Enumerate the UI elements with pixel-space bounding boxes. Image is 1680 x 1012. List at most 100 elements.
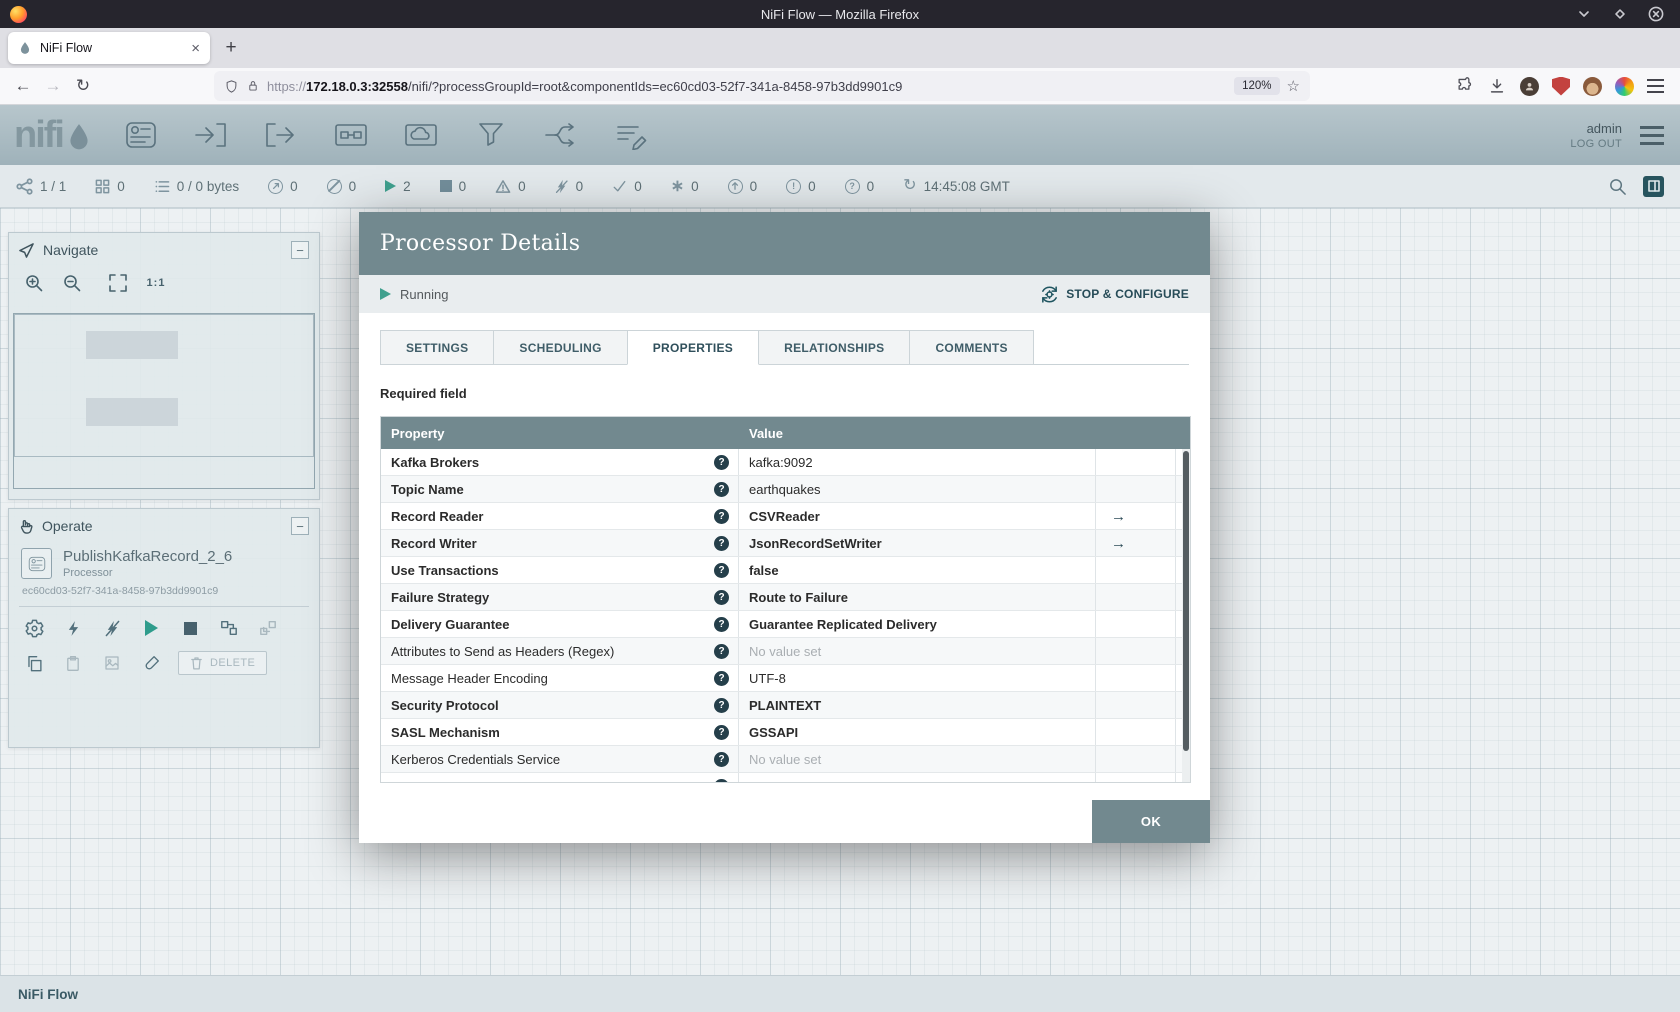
help-icon[interactable]: ? <box>714 454 729 470</box>
operate-buttons-row2: DELETE <box>9 641 319 677</box>
ungroup-icon[interactable] <box>256 617 280 639</box>
help-icon[interactable]: ? <box>714 751 729 767</box>
input-port-draggable-icon[interactable] <box>192 119 230 151</box>
window-minimize-icon[interactable] <box>1576 6 1592 22</box>
help-icon[interactable]: ? <box>714 616 729 632</box>
help-icon[interactable]: ? <box>714 562 729 578</box>
group-icon[interactable] <box>217 617 241 639</box>
help-icon[interactable]: ? <box>714 670 729 686</box>
url-host: 172.18.0.3:32558 <box>306 78 408 94</box>
forward-button[interactable]: → <box>38 72 68 100</box>
browser-tab-nifi-flow[interactable]: NiFi Flow × <box>8 32 210 64</box>
logout-link[interactable]: LOG OUT <box>1570 138 1622 150</box>
zoom-out-icon[interactable] <box>61 272 83 294</box>
configure-gear-icon[interactable] <box>22 617 46 639</box>
stop-configure-label: STOP & CONFIGURE <box>1066 287 1189 301</box>
disable-bolt-icon[interactable] <box>100 617 124 639</box>
zoom-fit-icon[interactable] <box>107 272 129 294</box>
tracking-shield-icon[interactable] <box>224 79 239 94</box>
processor-draggable-icon[interactable] <box>122 119 160 151</box>
window-maximize-icon[interactable] <box>1612 6 1628 22</box>
template-draggable-icon[interactable] <box>542 119 580 151</box>
help-icon[interactable]: ? <box>714 643 729 659</box>
birdseye-minimap[interactable] <box>13 313 315 489</box>
start-icon[interactable] <box>139 617 163 639</box>
colorful-extension-icon[interactable] <box>1615 76 1634 96</box>
browser-menu-icon[interactable] <box>1647 79 1664 93</box>
search-icon[interactable] <box>1608 177 1627 196</box>
zoom-actual-size-icon[interactable]: 1:1 <box>145 272 167 294</box>
firefox-logo-icon <box>10 5 27 23</box>
table-row[interactable]: Message Header Encoding? UTF-8 <box>381 665 1190 692</box>
navigate-collapse-button[interactable]: − <box>291 241 309 259</box>
tab-properties[interactable]: PROPERTIES <box>626 330 760 365</box>
paste-icon[interactable] <box>61 652 85 674</box>
table-row[interactable]: Attributes to Send as Headers (Regex)? N… <box>381 638 1190 665</box>
window-controls <box>1576 6 1670 22</box>
tab-scheduling[interactable]: SCHEDULING <box>493 330 628 365</box>
ublock-origin-icon[interactable] <box>1552 76 1570 96</box>
cluster-count: 1 / 1 <box>40 178 67 194</box>
table-row[interactable]: Failure Strategy? Route to Failure <box>381 584 1190 611</box>
table-row[interactable]: Kerberos Credentials Service? No value s… <box>381 746 1190 773</box>
goto-service-arrow[interactable]: → <box>1111 508 1126 525</box>
operate-collapse-button[interactable]: − <box>291 517 309 535</box>
bookmark-star-icon[interactable]: ☆ <box>1287 77 1300 95</box>
table-row[interactable]: Delivery Guarantee? Guarantee Replicated… <box>381 611 1190 638</box>
account-extension-icon[interactable] <box>1520 76 1539 96</box>
label-draggable-icon[interactable] <box>612 119 650 151</box>
refresh-icon[interactable]: ↻ <box>903 178 916 194</box>
window-close-icon[interactable] <box>1648 6 1664 22</box>
tab-settings[interactable]: SETTINGS <box>380 330 495 365</box>
tab-relationships[interactable]: RELATIONSHIPS <box>758 330 911 365</box>
template-save-icon[interactable] <box>100 652 124 674</box>
panel-toggle-icon[interactable] <box>1643 175 1664 197</box>
reload-button[interactable]: ↻ <box>68 72 98 100</box>
help-icon[interactable]: ? <box>714 508 729 524</box>
table-row[interactable]: Use Transactions? false <box>381 557 1190 584</box>
breadcrumb-nifi-flow[interactable]: NiFi Flow <box>18 987 78 1002</box>
help-icon[interactable]: ? <box>714 589 729 605</box>
table-row[interactable]: SASL Mechanism? GSSAPI <box>381 719 1190 746</box>
status-locally-modified: ∗ 0 <box>671 176 699 196</box>
help-icon[interactable]: ? <box>714 779 729 782</box>
table-row-partial[interactable]: ? <box>381 773 1190 782</box>
ok-button[interactable]: OK <box>1092 800 1210 843</box>
enable-bolt-icon[interactable] <box>61 617 85 639</box>
downloads-icon[interactable] <box>1487 76 1507 96</box>
back-button[interactable]: ← <box>8 72 38 100</box>
table-row[interactable]: Record Writer? JsonRecordSetWriter → <box>381 530 1190 557</box>
tab-comments[interactable]: COMMENTS <box>909 330 1034 365</box>
copy-icon[interactable] <box>22 652 46 674</box>
help-icon[interactable]: ? <box>714 481 729 497</box>
stop-and-configure-button[interactable]: STOP & CONFIGURE <box>1040 285 1189 304</box>
monkey-extension-icon[interactable] <box>1583 76 1602 96</box>
lock-icon[interactable] <box>246 79 260 93</box>
goto-service-arrow[interactable]: → <box>1111 535 1126 552</box>
remote-process-group-draggable-icon[interactable] <box>402 119 440 151</box>
stop-configure-gear-icon <box>1040 285 1059 304</box>
output-port-draggable-icon[interactable] <box>262 119 300 151</box>
table-row[interactable]: Security Protocol? PLAINTEXT <box>381 692 1190 719</box>
process-group-draggable-icon[interactable] <box>332 119 370 151</box>
global-menu-icon[interactable] <box>1640 125 1664 145</box>
table-row[interactable]: Topic Name? earthquakes <box>381 476 1190 503</box>
delete-button[interactable]: DELETE <box>178 651 268 675</box>
tab-close-icon[interactable]: × <box>191 40 200 57</box>
selected-component-name: PublishKafkaRecord_2_6 <box>63 548 233 565</box>
help-icon[interactable]: ? <box>714 535 729 551</box>
zoom-indicator[interactable]: 120% <box>1234 77 1280 95</box>
new-tab-button[interactable]: + <box>216 33 246 63</box>
table-row[interactable]: Kafka Brokers? kafka:9092 <box>381 449 1190 476</box>
table-row[interactable]: Record Reader? CSVReader → <box>381 503 1190 530</box>
locally-modified-count: 0 <box>691 178 699 194</box>
extensions-puzzle-icon[interactable] <box>1454 76 1474 96</box>
zoom-in-icon[interactable] <box>23 272 45 294</box>
funnel-draggable-icon[interactable] <box>472 119 510 151</box>
help-icon[interactable]: ? <box>714 697 729 713</box>
table-scrollbar-thumb[interactable] <box>1183 451 1189 751</box>
url-bar[interactable]: https://172.18.0.3:32558/nifi/?processGr… <box>214 71 1310 101</box>
fill-color-brush-icon[interactable] <box>139 652 163 674</box>
stop-icon[interactable] <box>178 617 202 639</box>
help-icon[interactable]: ? <box>714 724 729 740</box>
